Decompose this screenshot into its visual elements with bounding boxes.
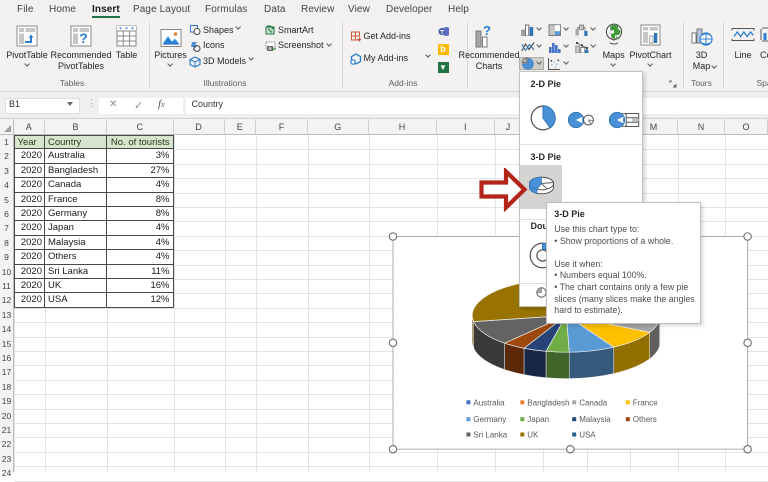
svg-text:Canada: Canada — [579, 398, 608, 407]
svg-text:UK: UK — [527, 431, 539, 440]
svg-text:Bangladesh: Bangladesh — [527, 398, 569, 407]
svg-text:France: France — [633, 398, 658, 407]
svg-text:USA: USA — [579, 431, 596, 440]
svg-text:Germany: Germany — [473, 415, 506, 424]
svg-text:Others: Others — [633, 415, 657, 424]
svg-text:Malaysia: Malaysia — [579, 415, 611, 424]
svg-text:Sri Lanka: Sri Lanka — [473, 431, 507, 440]
svg-text:Australia: Australia — [473, 398, 505, 407]
svg-text:Japan: Japan — [527, 415, 549, 424]
